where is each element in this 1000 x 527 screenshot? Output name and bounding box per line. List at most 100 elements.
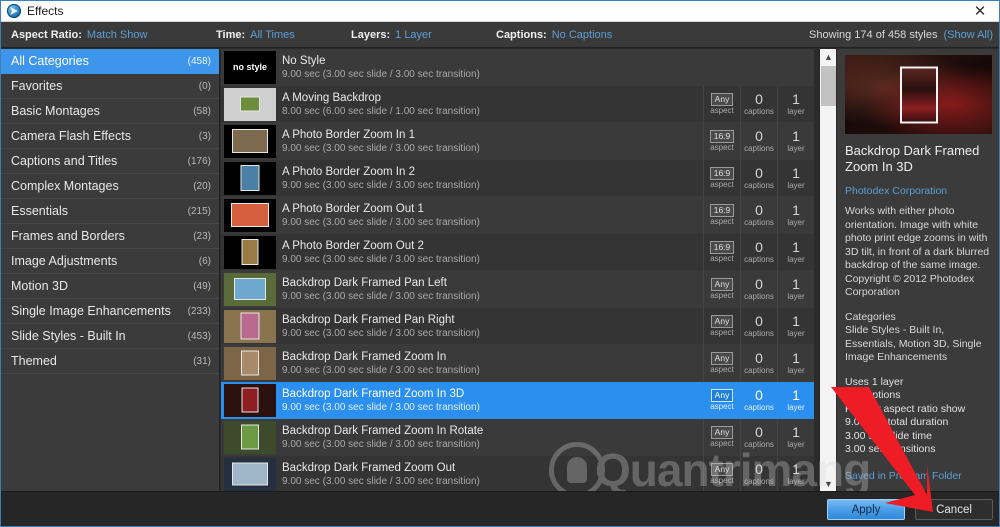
show-all-link[interactable]: (Show All) [943, 29, 993, 41]
saved-location-link[interactable]: Saved in Program Folder [845, 470, 992, 482]
style-row-title: Backdrop Dark Framed Zoom In [282, 350, 447, 363]
badge-captions-value: 0 [755, 201, 763, 218]
style-row[interactable]: A Photo Border Zoom In 1 9.00 sec (3.00 s… [221, 122, 814, 160]
style-list[interactable]: no style No Style 9.00 sec (3.00 sec slide… [221, 49, 814, 492]
badge-layers-value: 1 [792, 312, 800, 329]
style-row-title: Backdrop Dark Framed Pan Right [282, 313, 455, 326]
badge-aspect-value: Any [710, 388, 734, 402]
badge-layers-label: layer [787, 180, 805, 190]
preview-image [845, 55, 992, 134]
filter-captions-value[interactable]: No Captions [552, 29, 613, 41]
style-thumbnail [224, 383, 276, 417]
window-title: Effects [27, 4, 64, 18]
style-row[interactable]: A Photo Border Zoom Out 2 9.00 sec (3.00 … [221, 233, 814, 271]
badge-aspect: 16:9 aspect [703, 196, 740, 234]
badge-aspect-label: aspect [710, 475, 734, 485]
scroll-down-icon[interactable]: ▼ [820, 476, 837, 492]
sidebar-item-themed[interactable]: Themed (31) [1, 349, 219, 374]
filter-time[interactable]: Time: All Times [216, 29, 295, 41]
style-row-title: A Photo Border Zoom In 2 [282, 165, 415, 178]
sidebar-item-count: (3) [198, 130, 211, 142]
style-row-timing: 9.00 sec (3.00 sec slide / 3.00 sec tran… [282, 68, 480, 80]
style-row[interactable]: A Photo Border Zoom In 2 9.00 sec (3.00 s… [221, 159, 814, 197]
sidebar-item-essentials[interactable]: Essentials (215) [1, 199, 219, 224]
sidebar-item-count: (176) [187, 155, 211, 167]
scrollbar-thumb[interactable] [821, 66, 836, 106]
sidebar-item-slide-styles-built-in[interactable]: Slide Styles - Built In (453) [1, 324, 219, 349]
style-row-text: A Photo Border Zoom In 2 9.00 sec (3.00 s… [282, 166, 703, 191]
style-row[interactable]: Backdrop Dark Framed Zoom Out 9.00 sec (3… [221, 455, 814, 492]
style-row-text: Backdrop Dark Framed Pan Left 9.00 sec (3… [282, 277, 703, 302]
style-row[interactable]: Backdrop Dark Framed Pan Left 9.00 sec (3… [221, 270, 814, 308]
filter-layers-value[interactable]: 1 Layer [395, 29, 432, 41]
sidebar-item-label: Essentials [11, 204, 68, 218]
style-badges: Any aspect 0 captions 1 layer [703, 270, 814, 308]
style-badges: Any aspect 0 captions 1 layer [703, 381, 814, 419]
badge-layers-label: layer [787, 476, 805, 486]
style-row[interactable]: Backdrop Dark Framed Zoom In 9.00 sec (3.… [221, 344, 814, 382]
style-row-timing: 8.00 sec (6.00 sec slide / 1.00 sec tran… [282, 105, 480, 117]
close-icon[interactable]: ✕ [963, 1, 997, 21]
filter-layers[interactable]: Layers: 1 Layer [351, 29, 432, 41]
category-sidebar[interactable]: All Categories (458) Favorites (0) Basic Mon… [1, 49, 220, 492]
list-scrollbar[interactable]: ▲ ▼ [819, 49, 836, 492]
badge-aspect-label: aspect [710, 290, 734, 300]
style-row[interactable]: Backdrop Dark Framed Zoom In 3D 9.00 sec … [221, 381, 814, 419]
badge-captions-label: captions [744, 106, 774, 116]
style-row-timing: 9.00 sec (3.00 sec slide / 3.00 sec tran… [282, 401, 480, 413]
sidebar-item-motion-3d[interactable]: Motion 3D (49) [1, 274, 219, 299]
sidebar-item-single-image-enhancements[interactable]: Single Image Enhancements (233) [1, 299, 219, 324]
preview-categories: Categories Slide Styles - Built In, Esse… [845, 311, 992, 365]
sidebar-item-image-adjustments[interactable]: Image Adjustments (6) [1, 249, 219, 274]
style-thumbnail-photo [240, 96, 260, 112]
badge-captions-value: 0 [755, 90, 763, 107]
badge-captions-value: 0 [755, 423, 763, 440]
badge-captions-label: captions [744, 365, 774, 375]
preview-framed-photo [899, 66, 938, 123]
preview-description: Works with either photo orientation. Ima… [845, 205, 990, 298]
scroll-up-icon[interactable]: ▲ [820, 49, 837, 65]
style-row[interactable]: A Photo Border Zoom Out 1 9.00 sec (3.00 … [221, 196, 814, 234]
filter-captions[interactable]: Captions: No Captions [496, 29, 612, 41]
badge-aspect-value: 16:9 [709, 240, 735, 254]
cancel-button[interactable]: Cancel [915, 499, 993, 520]
sidebar-item-label: Single Image Enhancements [11, 304, 171, 318]
badge-aspect-value: 16:9 [709, 166, 735, 180]
effects-dialog: Effects ✕ Aspect Ratio: Match Show Time: A… [0, 0, 1000, 527]
preview-categories-heading: Categories [845, 310, 896, 323]
filter-aspect-ratio-value[interactable]: Match Show [87, 29, 148, 41]
badge-aspect-label: aspect [710, 105, 734, 115]
preview-categories-value: Slide Styles - Built In, Essentials, Mot… [845, 324, 982, 363]
sidebar-item-camera-flash-effects[interactable]: Camera Flash Effects (3) [1, 124, 219, 149]
apply-button[interactable]: Apply [827, 499, 905, 520]
style-row[interactable]: Backdrop Dark Framed Zoom In Rotate 9.00 … [221, 418, 814, 456]
sidebar-item-complex-montages[interactable]: Complex Montages (20) [1, 174, 219, 199]
style-row[interactable]: A Moving Backdrop 8.00 sec (6.00 sec slid… [221, 85, 814, 123]
badge-layers: 1 layer [777, 307, 814, 345]
filter-time-value[interactable]: All Times [250, 29, 295, 41]
style-row-timing: 9.00 sec (3.00 sec slide / 3.00 sec tran… [282, 142, 480, 154]
filter-aspect-ratio[interactable]: Aspect Ratio: Match Show [11, 29, 147, 41]
style-thumbnail-label: no style [232, 62, 267, 72]
sidebar-item-count: (31) [193, 355, 211, 367]
style-row[interactable]: no style No Style 9.00 sec (3.00 sec slide… [221, 49, 814, 86]
preview-vendor-link[interactable]: Photodex Corporation [845, 185, 992, 197]
sidebar-item-frames-and-borders[interactable]: Frames and Borders (23) [1, 224, 219, 249]
badge-captions-value: 0 [755, 275, 763, 292]
badge-aspect-value: Any [710, 314, 734, 328]
badge-captions-value: 0 [755, 127, 763, 144]
style-row-text: A Photo Border Zoom Out 2 9.00 sec (3.00 … [282, 240, 703, 265]
style-thumbnail-photo [231, 203, 269, 227]
preview-specs: Uses 1 layer No captions For any aspect ra… [845, 376, 992, 457]
style-row[interactable]: Backdrop Dark Framed Pan Right 9.00 sec (… [221, 307, 814, 345]
sidebar-item-captions-and-titles[interactable]: Captions and Titles (176) [1, 149, 219, 174]
badge-aspect-value: 16:9 [709, 203, 735, 217]
showing-count: Showing 174 of 458 styles (Show All) [809, 29, 993, 41]
style-row-timing: 9.00 sec (3.00 sec slide / 3.00 sec tran… [282, 290, 480, 302]
badge-captions-label: captions [744, 328, 774, 338]
sidebar-item-favorites[interactable]: Favorites (0) [1, 74, 219, 99]
badge-captions: 0 captions [740, 418, 777, 456]
badge-layers: 1 layer [777, 159, 814, 197]
sidebar-item-basic-montages[interactable]: Basic Montages (58) [1, 99, 219, 124]
sidebar-item-all-categories[interactable]: All Categories (458) [1, 49, 219, 74]
